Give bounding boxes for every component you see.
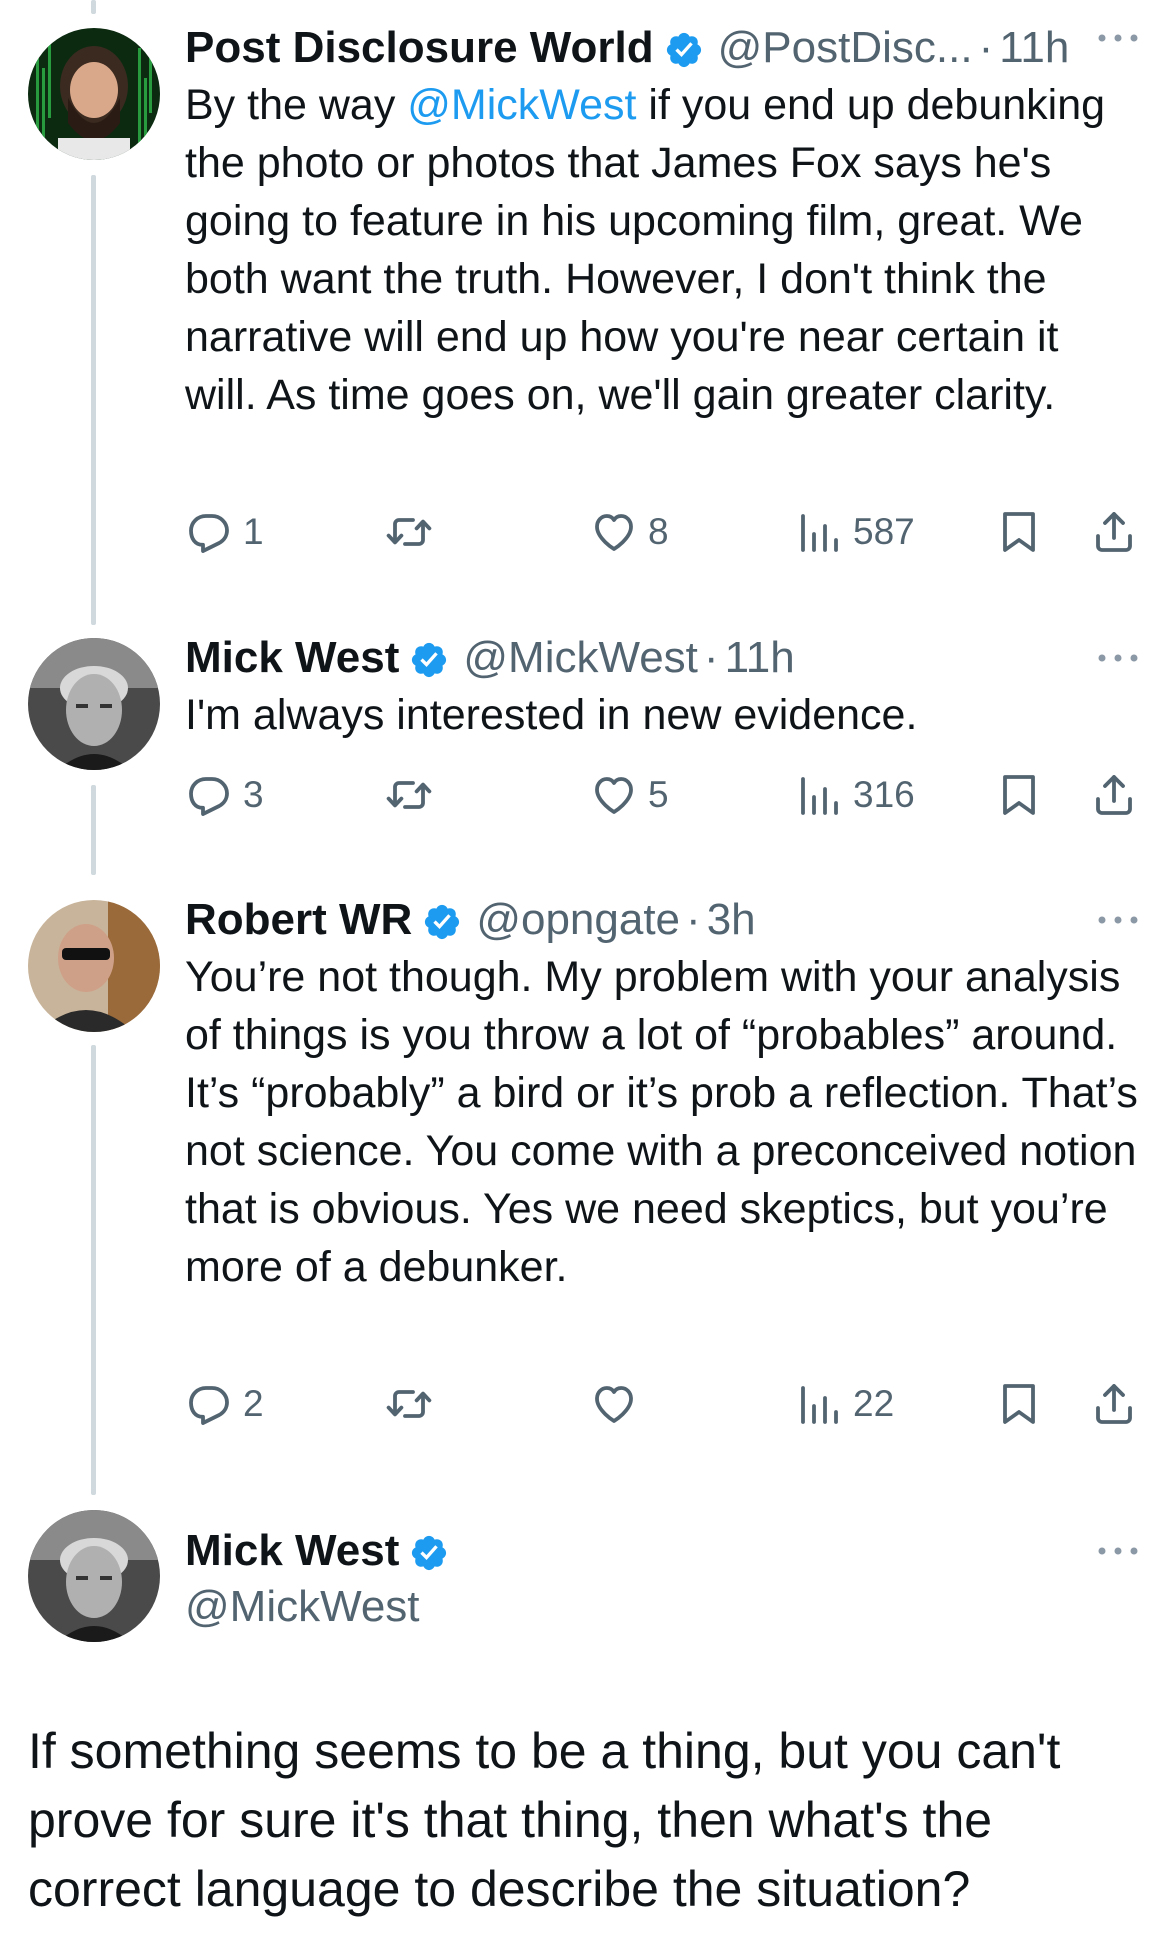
timestamp[interactable]: 3h [707, 895, 756, 945]
views-button[interactable]: 22 [795, 1374, 894, 1434]
author-handle-line: @MickWest [185, 1579, 1140, 1635]
bookmark-icon [995, 771, 1043, 819]
retweet-button[interactable] [385, 1374, 443, 1434]
views-button[interactable]: 316 [795, 765, 915, 825]
retweet-icon [385, 771, 433, 819]
share-icon [1090, 1380, 1138, 1428]
bookmark-icon [995, 1380, 1043, 1428]
author-handle[interactable]: @PostDisc... [718, 23, 973, 73]
tweet-header: Post Disclosure World @PostDisc... · 11h [185, 20, 1140, 76]
bookmark-button[interactable] [995, 1374, 1043, 1434]
share-button[interactable] [1090, 765, 1138, 825]
reply-button[interactable]: 1 [185, 502, 264, 562]
verified-badge-icon [409, 1533, 449, 1573]
separator: · [703, 633, 719, 682]
views-count: 22 [853, 1383, 895, 1424]
reply-count: 2 [243, 1383, 264, 1424]
author-handle[interactable]: @opngate [476, 895, 680, 945]
views-icon [795, 508, 843, 556]
reply-icon [185, 1380, 233, 1428]
views-count: 587 [853, 511, 915, 552]
tweet-text: You’re not though. My problem with your … [185, 953, 1138, 1291]
more-icon[interactable] [1094, 650, 1142, 666]
reply-count: 1 [243, 511, 264, 552]
mention-link[interactable]: @MickWest [407, 81, 636, 129]
more-icon[interactable] [1094, 1543, 1142, 1559]
author-name[interactable]: Mick West [185, 1526, 399, 1576]
separator: · [686, 895, 701, 944]
tweet-mick-west-reply[interactable]: Mick West @MickWest · 11h I'm always int… [0, 630, 1170, 830]
views-icon [795, 1380, 843, 1428]
author-name[interactable]: Mick West [185, 633, 399, 683]
share-icon [1090, 771, 1138, 819]
reply-button[interactable]: 3 [185, 765, 264, 825]
reply-count: 3 [243, 774, 264, 815]
tweet-header: Mick West @MickWest · 11h [185, 630, 1140, 686]
timestamp[interactable]: 11h [999, 23, 1069, 73]
main-tweet[interactable]: Mick West @MickWest If something seems t… [0, 1505, 1170, 1950]
like-icon [590, 1380, 638, 1428]
share-button[interactable] [1090, 1374, 1138, 1434]
views-count: 316 [853, 774, 915, 815]
avatar[interactable] [28, 1510, 160, 1642]
tweet-header: Robert WR @opngate · 3h [185, 892, 1140, 948]
bookmark-icon [995, 508, 1043, 556]
retweet-icon [385, 508, 433, 556]
reply-icon [185, 508, 233, 556]
author-name[interactable]: Post Disclosure World [185, 23, 654, 73]
views-button[interactable]: 587 [795, 502, 915, 562]
timestamp[interactable]: 11h [725, 633, 795, 683]
tweet-text-part: By the way [185, 81, 408, 129]
tweet-text: By the way @MickWest if you end up debun… [185, 76, 1140, 424]
tweet-robert-wr[interactable]: Robert WR @opngate · 3h You’re not thoug… [0, 892, 1170, 1452]
like-icon [590, 771, 638, 819]
like-button[interactable]: 5 [590, 765, 669, 825]
verified-badge-icon [409, 640, 449, 680]
like-count: 8 [648, 511, 669, 552]
tweet-text-part: if you end up debunking the photo or pho… [185, 81, 1106, 419]
tweet-text: I'm always interested in new evidence. [185, 691, 918, 739]
more-icon[interactable] [1094, 912, 1142, 928]
tweet-post-disclosure-world[interactable]: Post Disclosure World @PostDisc... · 11h… [0, 0, 1170, 620]
reply-icon [185, 771, 233, 819]
avatar[interactable] [28, 900, 160, 1032]
bookmark-button[interactable] [995, 765, 1043, 825]
like-icon [590, 508, 638, 556]
share-icon [1090, 508, 1138, 556]
action-bar: 2 22 [185, 1374, 1145, 1434]
share-button[interactable] [1090, 502, 1138, 562]
verified-badge-icon [422, 902, 462, 942]
retweet-icon [385, 1380, 433, 1428]
like-count: 5 [648, 774, 669, 815]
reply-button[interactable]: 2 [185, 1374, 264, 1434]
verified-badge-icon [664, 30, 704, 70]
like-button[interactable] [590, 1374, 648, 1434]
more-icon[interactable] [1094, 30, 1142, 46]
avatar[interactable] [28, 638, 160, 770]
action-bar: 3 5 316 [185, 765, 1145, 825]
bookmark-button[interactable] [995, 502, 1043, 562]
author-handle[interactable]: @MickWest [185, 1582, 420, 1632]
retweet-button[interactable] [385, 765, 443, 825]
retweet-button[interactable] [385, 502, 443, 562]
separator: · [978, 23, 994, 72]
like-button[interactable]: 8 [590, 502, 669, 562]
author-handle[interactable]: @MickWest [463, 633, 698, 683]
action-bar: 1 8 587 [185, 502, 1145, 562]
tweet-header: Mick West [185, 1523, 1140, 1579]
views-icon [795, 771, 843, 819]
avatar[interactable] [28, 28, 160, 160]
main-tweet-text: If something seems to be a thing, but yo… [28, 1723, 1061, 1917]
author-name[interactable]: Robert WR [185, 895, 412, 945]
